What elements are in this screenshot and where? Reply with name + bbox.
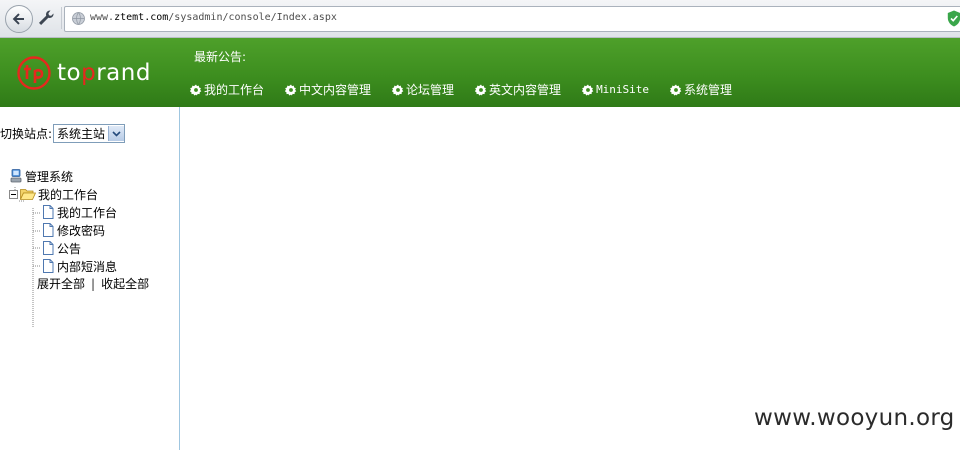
page-icon <box>43 223 54 237</box>
gear-icon <box>190 84 202 95</box>
nav-label: 系统管理 <box>684 83 733 97</box>
gear-icon <box>475 84 487 95</box>
browser-toolbar: www.ztemt.com/sysadmin/console/Index.asp… <box>0 0 960 38</box>
latest-notice-label: 最新公告: <box>194 50 247 64</box>
nav-label: MiniSite <box>596 83 650 96</box>
toolbar-divider <box>61 7 62 29</box>
tree-item-notice[interactable]: 公告 <box>41 240 81 256</box>
tree-item-workbench[interactable]: 我的工作台 <box>41 204 117 220</box>
tree-expand-controls: 展开全部 | 收起全部 <box>37 275 149 292</box>
page-icon <box>43 241 54 255</box>
toprand-logo[interactable]: toprand <box>17 55 151 91</box>
tree-root[interactable]: 管理系统 <box>9 168 73 184</box>
top-navigation: 我的工作台 中文内容管理 论坛管理 英文内容管理 MiniSite 系统管理 <box>190 81 753 98</box>
url-host: ztemt.com <box>114 12 169 23</box>
gear-icon <box>582 84 594 95</box>
nav-my-workbench[interactable]: 我的工作台 <box>190 81 264 98</box>
back-arrow-icon <box>12 13 24 25</box>
nav-label: 中文内容管理 <box>299 83 372 97</box>
tree-item-label: 公告 <box>57 241 82 256</box>
wrench-icon <box>39 10 54 25</box>
gear-icon <box>285 84 297 95</box>
nav-label: 英文内容管理 <box>489 83 562 97</box>
tree-root-label: 管理系统 <box>25 169 74 184</box>
tree-item-internal-message[interactable]: 内部短消息 <box>41 258 117 274</box>
collapse-minus-icon[interactable] <box>9 189 18 199</box>
folder-open-icon <box>20 189 36 200</box>
nav-label: 我的工作台 <box>204 83 265 97</box>
globe-icon <box>72 12 85 25</box>
site-select-value: 系统主站 <box>57 127 106 141</box>
gear-icon <box>670 84 682 95</box>
nav-minisite[interactable]: MiniSite <box>582 81 649 98</box>
page-icon <box>43 259 54 273</box>
gear-icon <box>392 84 404 95</box>
tree-item-label: 内部短消息 <box>57 259 118 274</box>
nav-english-content[interactable]: 英文内容管理 <box>475 81 561 98</box>
chevron-down-icon[interactable] <box>108 126 125 141</box>
tree-item-label: 修改密码 <box>57 223 106 238</box>
back-button[interactable] <box>5 5 33 33</box>
nav-chinese-content[interactable]: 中文内容管理 <box>285 81 371 98</box>
link-divider: | <box>91 277 96 291</box>
tree-item-change-password[interactable]: 修改密码 <box>41 222 105 238</box>
site-select[interactable]: 系统主站 <box>53 124 126 143</box>
tools-button[interactable] <box>35 8 57 28</box>
nav-forum[interactable]: 论坛管理 <box>392 81 454 98</box>
tree-folder-workbench[interactable]: 我的工作台 <box>9 186 98 202</box>
security-shield-icon[interactable] <box>947 10 960 27</box>
url-text: www.ztemt.com/sysadmin/console/Index.asp… <box>90 12 337 23</box>
nav-system[interactable]: 系统管理 <box>670 81 732 98</box>
url-prefix: www. <box>90 12 115 23</box>
tree-item-label: 我的工作台 <box>57 205 118 220</box>
site-header: toprand 最新公告: 我的工作台 中文内容管理 论坛管理 英文内容管理 M… <box>0 38 960 107</box>
logo-text-c: rand <box>96 60 151 86</box>
sidebar: 切换站点: 系统主站 管理系统 我的工作台 我的工作台 修改密码 公告 内部短消… <box>0 107 180 450</box>
logo-text-b: p <box>81 60 97 86</box>
site-switcher: 切换站点: 系统主站 <box>0 124 126 143</box>
logo-text-a: to <box>57 60 82 86</box>
toprand-logo-icon <box>17 56 51 90</box>
main-content-frame <box>180 107 960 450</box>
page-icon <box>43 205 54 219</box>
address-bar[interactable]: www.ztemt.com/sysadmin/console/Index.asp… <box>64 6 960 32</box>
watermark: www.wooyun.org <box>754 405 955 431</box>
computer-icon <box>10 169 22 183</box>
collapse-all-link[interactable]: 收起全部 <box>101 277 149 291</box>
tree-folder-label: 我的工作台 <box>38 187 99 202</box>
expand-all-link[interactable]: 展开全部 <box>37 277 85 291</box>
logo-text: toprand <box>57 60 151 86</box>
site-switch-label: 切换站点: <box>0 127 53 141</box>
url-path: /sysadmin/console/Index.aspx <box>168 12 337 23</box>
nav-label: 论坛管理 <box>406 83 455 97</box>
